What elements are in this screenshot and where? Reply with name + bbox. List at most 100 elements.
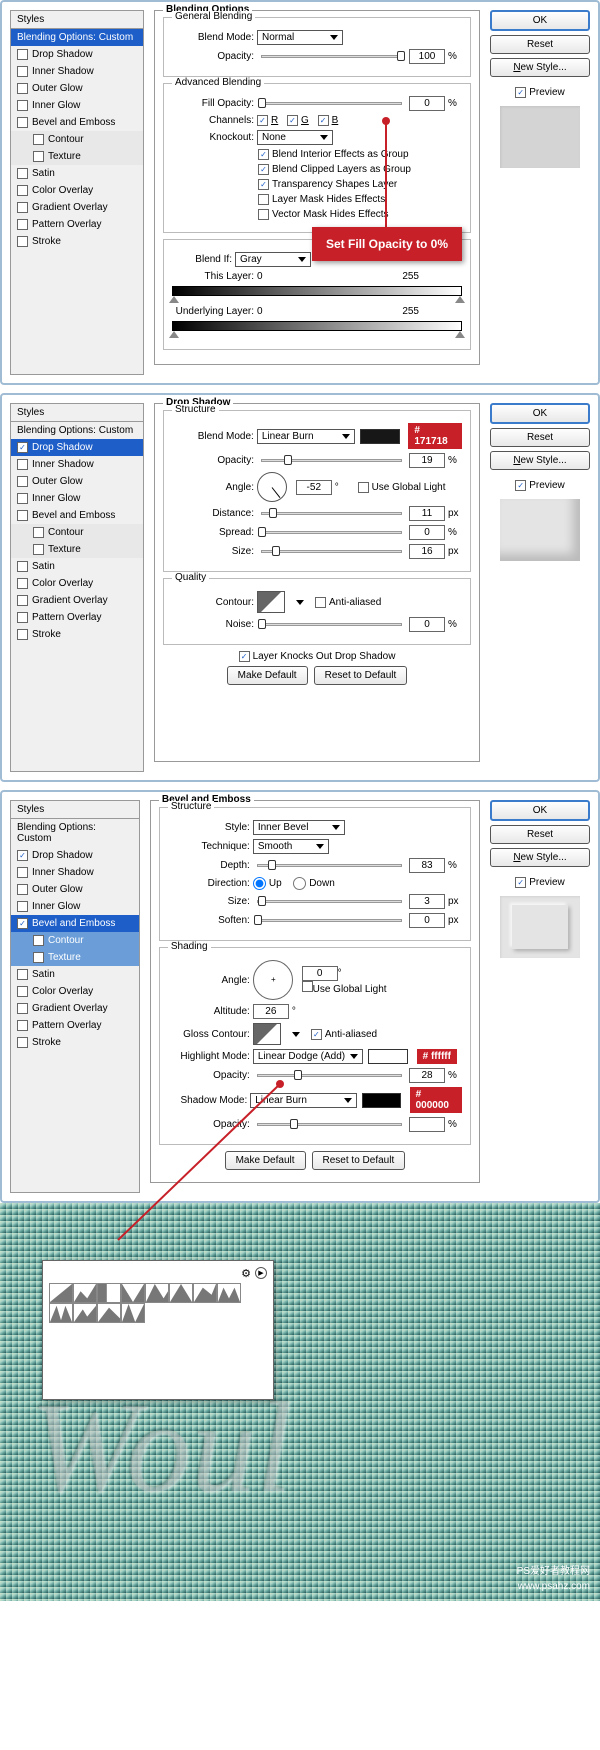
gloss-contour-picker[interactable]	[253, 1023, 281, 1045]
global-light-cb[interactable]	[358, 482, 369, 493]
opacity-slider[interactable]	[261, 55, 402, 58]
checkbox[interactable]	[17, 219, 28, 230]
contour-preset[interactable]	[49, 1283, 73, 1303]
ds-opacity-slider[interactable]	[261, 459, 402, 462]
style-outer-glow[interactable]: Outer Glow	[11, 473, 143, 490]
checkbox[interactable]	[17, 66, 28, 77]
blend-mode-select[interactable]: Normal	[257, 30, 343, 45]
underlying-gradient[interactable]	[172, 321, 462, 331]
contour-preset[interactable]	[73, 1283, 97, 1303]
size-slider[interactable]	[261, 550, 402, 553]
reset-default-button[interactable]: Reset to Default	[312, 1151, 406, 1170]
ds-blendmode-select[interactable]: Linear Burn	[257, 429, 355, 444]
new-style-button[interactable]: New Style...	[490, 58, 590, 77]
be-technique-select[interactable]: Smooth	[253, 839, 329, 854]
sh-color[interactable]	[362, 1093, 401, 1108]
style-inner-glow[interactable]: Inner Glow	[11, 490, 143, 507]
style-gradient-overlay[interactable]: Gradient Overlay	[11, 592, 143, 609]
contour-preset[interactable]	[97, 1303, 121, 1323]
fill-opacity-input[interactable]	[409, 96, 445, 111]
hl-opacity-slider[interactable]	[257, 1074, 402, 1077]
style-stroke[interactable]: Stroke	[11, 626, 143, 643]
contour-picker[interactable]	[257, 591, 285, 613]
play-icon[interactable]: ▶	[255, 1267, 267, 1279]
contour-popup[interactable]: ⚙▶	[42, 1260, 274, 1400]
shading-dial[interactable]	[253, 960, 293, 1000]
contour-preset[interactable]	[193, 1283, 217, 1303]
ok-button[interactable]: OK	[490, 403, 590, 424]
soften-slider[interactable]	[257, 919, 402, 922]
knocks-cb[interactable]	[239, 651, 250, 662]
cb-interior[interactable]	[258, 149, 269, 160]
cb-transparency[interactable]	[258, 179, 269, 190]
contour-preset[interactable]	[121, 1303, 145, 1323]
style-contour[interactable]: Contour	[11, 524, 143, 541]
blending-options-item[interactable]: Blending Options: Custom	[11, 422, 143, 439]
style-stroke[interactable]: Stroke	[11, 233, 143, 250]
angle-dial[interactable]	[257, 472, 287, 502]
shadow-mode-select[interactable]: Linear Burn	[250, 1093, 357, 1108]
knockout-select[interactable]: None	[257, 130, 333, 145]
blendif-select[interactable]: Gray	[235, 252, 311, 267]
style-drop-shadow[interactable]: Drop Shadow	[11, 46, 143, 63]
gear-icon[interactable]: ⚙	[241, 1267, 251, 1280]
checkbox[interactable]	[17, 236, 28, 247]
checkbox[interactable]	[17, 168, 28, 179]
style-texture[interactable]: Texture	[11, 148, 143, 165]
spread-slider[interactable]	[261, 531, 402, 534]
contour-preset[interactable]	[169, 1283, 193, 1303]
depth-slider[interactable]	[257, 864, 402, 867]
opacity-input[interactable]	[409, 49, 445, 64]
style-drop-shadow[interactable]: Drop Shadow	[11, 439, 143, 456]
channel-r[interactable]	[257, 115, 268, 126]
style-inner-shadow[interactable]: Inner Shadow	[11, 456, 143, 473]
fill-opacity-slider[interactable]	[261, 102, 402, 105]
style-color-overlay[interactable]: Color Overlay	[11, 575, 143, 592]
style-inner-shadow[interactable]: Inner Shadow	[11, 63, 143, 80]
direction-up[interactable]	[253, 877, 266, 890]
global-light-cb[interactable]	[302, 981, 313, 992]
contour-preset[interactable]	[49, 1303, 73, 1323]
noise-slider[interactable]	[261, 623, 402, 626]
contour-preset[interactable]	[217, 1283, 241, 1303]
new-style-button[interactable]: New Style...	[490, 451, 590, 470]
contour-preset[interactable]	[97, 1283, 121, 1303]
distance-slider[interactable]	[261, 512, 402, 515]
style-pattern-overlay[interactable]: Pattern Overlay	[11, 216, 143, 233]
style-contour[interactable]: Contour	[11, 131, 143, 148]
checkbox[interactable]	[33, 134, 44, 145]
direction-down[interactable]	[293, 877, 306, 890]
make-default-button[interactable]: Make Default	[227, 666, 308, 685]
checkbox[interactable]	[17, 49, 28, 60]
reset-button[interactable]: Reset	[490, 35, 590, 54]
contour-preset[interactable]	[73, 1303, 97, 1323]
highlight-mode-select[interactable]: Linear Dodge (Add)	[253, 1049, 363, 1064]
be-size-slider[interactable]	[257, 900, 402, 903]
ok-button[interactable]: OK	[490, 800, 590, 821]
ds-color-swatch[interactable]	[360, 429, 400, 444]
style-color-overlay[interactable]: Color Overlay	[11, 182, 143, 199]
checkbox[interactable]	[17, 117, 28, 128]
style-bevel-emboss[interactable]: Bevel and Emboss	[11, 915, 139, 932]
reset-default-button[interactable]: Reset to Default	[314, 666, 408, 685]
channel-b[interactable]	[318, 115, 329, 126]
contour-preset[interactable]	[145, 1283, 169, 1303]
checkbox[interactable]	[17, 100, 28, 111]
style-bevel-emboss[interactable]: Bevel and Emboss	[11, 507, 143, 524]
new-style-button[interactable]: New Style...	[490, 848, 590, 867]
be-style-select[interactable]: Inner Bevel	[253, 820, 345, 835]
style-texture[interactable]: Texture	[11, 541, 143, 558]
style-pattern-overlay[interactable]: Pattern Overlay	[11, 609, 143, 626]
sh-opacity-slider[interactable]	[257, 1123, 402, 1126]
ok-button[interactable]: OK	[490, 10, 590, 31]
checkbox[interactable]	[17, 83, 28, 94]
reset-button[interactable]: Reset	[490, 428, 590, 447]
style-outer-glow[interactable]: Outer Glow	[11, 80, 143, 97]
contour-preset[interactable]	[121, 1283, 145, 1303]
cb-vectormask[interactable]	[258, 209, 269, 220]
make-default-button[interactable]: Make Default	[225, 1151, 306, 1170]
style-inner-glow[interactable]: Inner Glow	[11, 97, 143, 114]
aa-cb[interactable]	[311, 1029, 322, 1040]
style-satin[interactable]: Satin	[11, 165, 143, 182]
checkbox[interactable]	[33, 151, 44, 162]
